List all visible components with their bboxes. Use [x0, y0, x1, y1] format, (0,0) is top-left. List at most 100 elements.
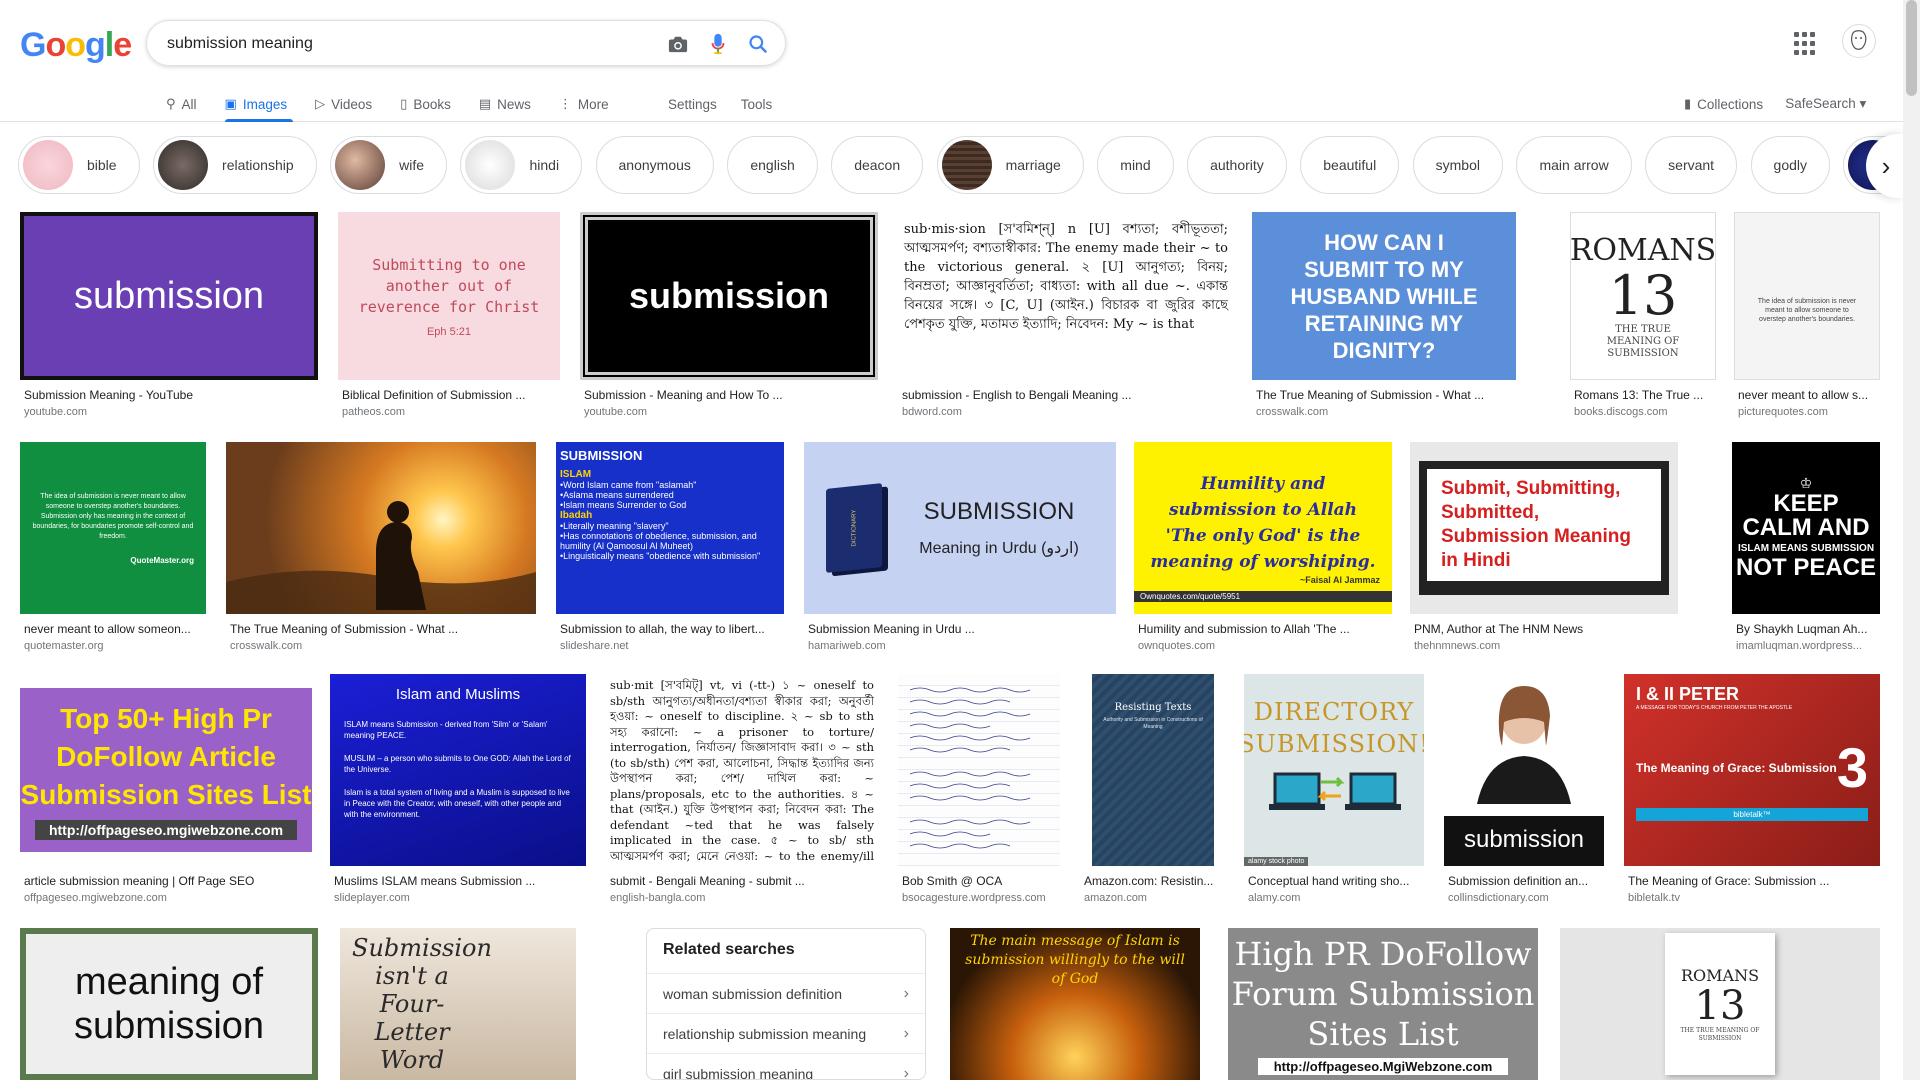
chip-authority[interactable]: authority: [1187, 136, 1287, 194]
image-result[interactable]: I & II PETER A MESSAGE FOR TODAY'S CHURC…: [1624, 674, 1880, 906]
result-thumbnail: submission: [580, 212, 878, 380]
tab-videos[interactable]: ▷ Videos: [315, 86, 372, 122]
monitor-frame: Submit, Submitting, Submitted, Submissio…: [1419, 461, 1669, 595]
tab-books[interactable]: ▯ Books: [400, 86, 451, 122]
chip-mind[interactable]: mind: [1097, 136, 1174, 194]
result-caption: PNM, Author at The HNM News: [1414, 622, 1584, 636]
chip-godly[interactable]: godly: [1750, 136, 1830, 194]
thumbnail-url: Ownquotes.com/quote/5951: [1134, 590, 1392, 602]
tab-all[interactable]: ⚲ All: [166, 86, 197, 122]
image-result[interactable]: sub·mit [স'বমিট্] vt, vi (-tt-) ১ ~ ones…: [606, 674, 878, 906]
result-thumbnail: sub·mit [স'বমিট্] vt, vi (-tt-) ১ ~ ones…: [606, 674, 878, 866]
page-scrollbar[interactable]: [1903, 0, 1920, 1080]
image-result[interactable]: sub·mis·sion [স'বমিশ্ন্] n [U] বশ্যতা; ব…: [898, 212, 1234, 420]
chip-main-arrow[interactable]: main arrow: [1516, 136, 1632, 194]
result-caption: The Meaning of Grace: Submission ...: [1628, 874, 1830, 888]
image-result[interactable]: submission Submission - Meaning and How …: [580, 212, 878, 420]
chip-anonymous[interactable]: anonymous: [595, 136, 714, 194]
image-result[interactable]: Humility and submission to Allah 'The on…: [1134, 442, 1392, 654]
image-result[interactable]: ♔ KEEP CALM AND ISLAM MEANS SUBMISSION N…: [1732, 442, 1880, 654]
tools-link[interactable]: Tools: [741, 86, 773, 122]
result-caption: never meant to allow someon...: [24, 622, 191, 636]
chip-symbol[interactable]: symbol: [1412, 136, 1503, 194]
related-item[interactable]: relationship submission meaning ›: [647, 1013, 925, 1053]
image-result[interactable]: Resisting Texts Authority and Submission…: [1080, 674, 1226, 906]
result-site: hamariweb.com: [808, 640, 886, 652]
avatar[interactable]: [1842, 24, 1876, 58]
image-result[interactable]: HOW CAN I SUBMIT TO MY HUSBAND WHILE RET…: [1252, 212, 1516, 420]
image-result[interactable]: Bob Smith @ OCA bsocagesture.wordpress.c…: [898, 674, 1060, 906]
settings-link[interactable]: Settings: [668, 86, 717, 122]
camera-icon[interactable]: [665, 31, 691, 57]
mic-icon[interactable]: [705, 31, 731, 57]
image-result[interactable]: submission Submission Meaning - YouTube …: [20, 212, 318, 420]
image-result[interactable]: Top 50+ High Pr DoFollow Article Submiss…: [20, 674, 312, 906]
chip-relationship[interactable]: relationship: [153, 136, 317, 194]
thumbnail-text: The idea of submission is never meant to…: [32, 492, 194, 540]
chip-servant[interactable]: servant: [1645, 136, 1738, 194]
logo-letter: g: [85, 26, 106, 64]
image-result[interactable]: SUBMISSION ISLAM •Word Islam came from "…: [556, 442, 784, 654]
image-result[interactable]: The main message of Islam is submission …: [950, 928, 1200, 1080]
thumbnail-number: 13: [1694, 982, 1746, 1029]
chevron-right-icon: ›: [903, 1024, 909, 1042]
collections-link[interactable]: ▮ Collections: [1684, 86, 1763, 122]
book-cover: Resisting Texts Authority and Submission…: [1092, 674, 1214, 866]
result-site: ownquotes.com: [1138, 640, 1216, 652]
bookmark-icon: ▮: [1684, 96, 1692, 111]
chip-label: symbol: [1435, 157, 1480, 173]
result-site: slideshare.net: [560, 640, 629, 652]
result-thumbnail: Resisting Texts Authority and Submission…: [1080, 674, 1226, 866]
tab-more[interactable]: ⋮ More: [559, 86, 609, 122]
chip-deacon[interactable]: deacon: [831, 136, 924, 194]
result-thumbnail: sub·mis·sion [স'বমিশ্ন্] n [U] বশ্যতা; ব…: [898, 212, 1234, 380]
thumbnail-text: SUBMISSION: [560, 448, 643, 463]
tab-images[interactable]: ▣ Images: [224, 86, 293, 122]
image-result[interactable]: ROMANS 13 THE TRUE MEANING OF SUBMISSION…: [1570, 212, 1716, 420]
image-result[interactable]: Islam and Muslims ISLAM means Submission…: [330, 674, 586, 906]
related-item[interactable]: woman submission definition ›: [647, 973, 925, 1013]
tab-news[interactable]: ▤ News: [479, 86, 531, 122]
image-result[interactable]: Submitting to one another out of reveren…: [338, 212, 560, 420]
chip-marriage[interactable]: marriage: [936, 136, 1084, 194]
image-result[interactable]: meaning of submission: [20, 928, 318, 1080]
related-item[interactable]: girl submission meaning ›: [647, 1053, 925, 1079]
result-thumbnail: submission: [20, 212, 318, 380]
chip-english[interactable]: english: [727, 136, 818, 194]
thumbnail-subtext: Authority and Submission in Construction…: [1103, 717, 1203, 730]
image-result[interactable]: submission Submission definition an... c…: [1444, 674, 1604, 906]
search-icon[interactable]: [745, 31, 771, 57]
safesearch-dropdown[interactable]: SafeSearch ▾: [1785, 86, 1866, 122]
google-logo[interactable]: Google: [20, 26, 132, 65]
image-result[interactable]: The True Meaning of Submission - What ..…: [226, 442, 536, 654]
chip-bible[interactable]: bible: [18, 136, 140, 194]
image-result[interactable]: High PR DoFollow Forum Submission Sites …: [1228, 928, 1538, 1080]
apps-grid-icon[interactable]: [1794, 32, 1818, 56]
result-caption: The True Meaning of Submission - What ..…: [1256, 388, 1485, 402]
thumbnail-subtext: THE TRUE MEANING OF SUBMISSION: [1680, 1026, 1760, 1042]
result-site: bsocagesture.wordpress.com: [902, 892, 1046, 904]
image-result[interactable]: DICTIONARY SUBMISSION Meaning in Urdu (ا…: [804, 442, 1116, 654]
chip-thumbnail: [941, 140, 992, 190]
image-result[interactable]: Submission isn't a Four-Letter Word: [340, 928, 576, 1080]
image-result[interactable]: ROMANS 13 THE TRUE MEANING OF SUBMISSION: [1560, 928, 1880, 1080]
thumbnail-subtext: NOT PEACE: [1735, 554, 1876, 581]
image-result[interactable]: Submit, Submitting, Submitted, Submissio…: [1410, 442, 1678, 654]
chip-label: anonymous: [618, 157, 691, 173]
image-result[interactable]: DIRECTORY SUBMISSION! alamy stock photo …: [1244, 674, 1424, 906]
thumbnail-text: Islam and Muslims: [395, 686, 521, 703]
image-result[interactable]: The idea of submission is never meant to…: [20, 442, 206, 654]
result-caption: article submission meaning | Off Page SE…: [24, 874, 255, 888]
thumbnail-text: DIRECTORY SUBMISSION!: [1244, 698, 1424, 758]
thumbnail-text: SUBMISSION: [923, 498, 1075, 525]
image-result[interactable]: The idea of submission is never meant to…: [1734, 212, 1880, 420]
chip-hindi[interactable]: hindi: [460, 136, 583, 194]
chip-wife[interactable]: wife: [330, 136, 448, 194]
refinement-chips: bible relationship wife hindi anonymous …: [18, 136, 1890, 198]
thumbnail-subtext: Eph 5:21: [426, 325, 472, 338]
search-input[interactable]: [167, 31, 637, 57]
tab-label: Books: [413, 96, 451, 112]
chip-beautiful[interactable]: beautiful: [1300, 136, 1400, 194]
thumbnail-line: •Aslama means surrendered: [560, 490, 674, 500]
scrollbar-thumb[interactable]: [1906, 0, 1917, 96]
